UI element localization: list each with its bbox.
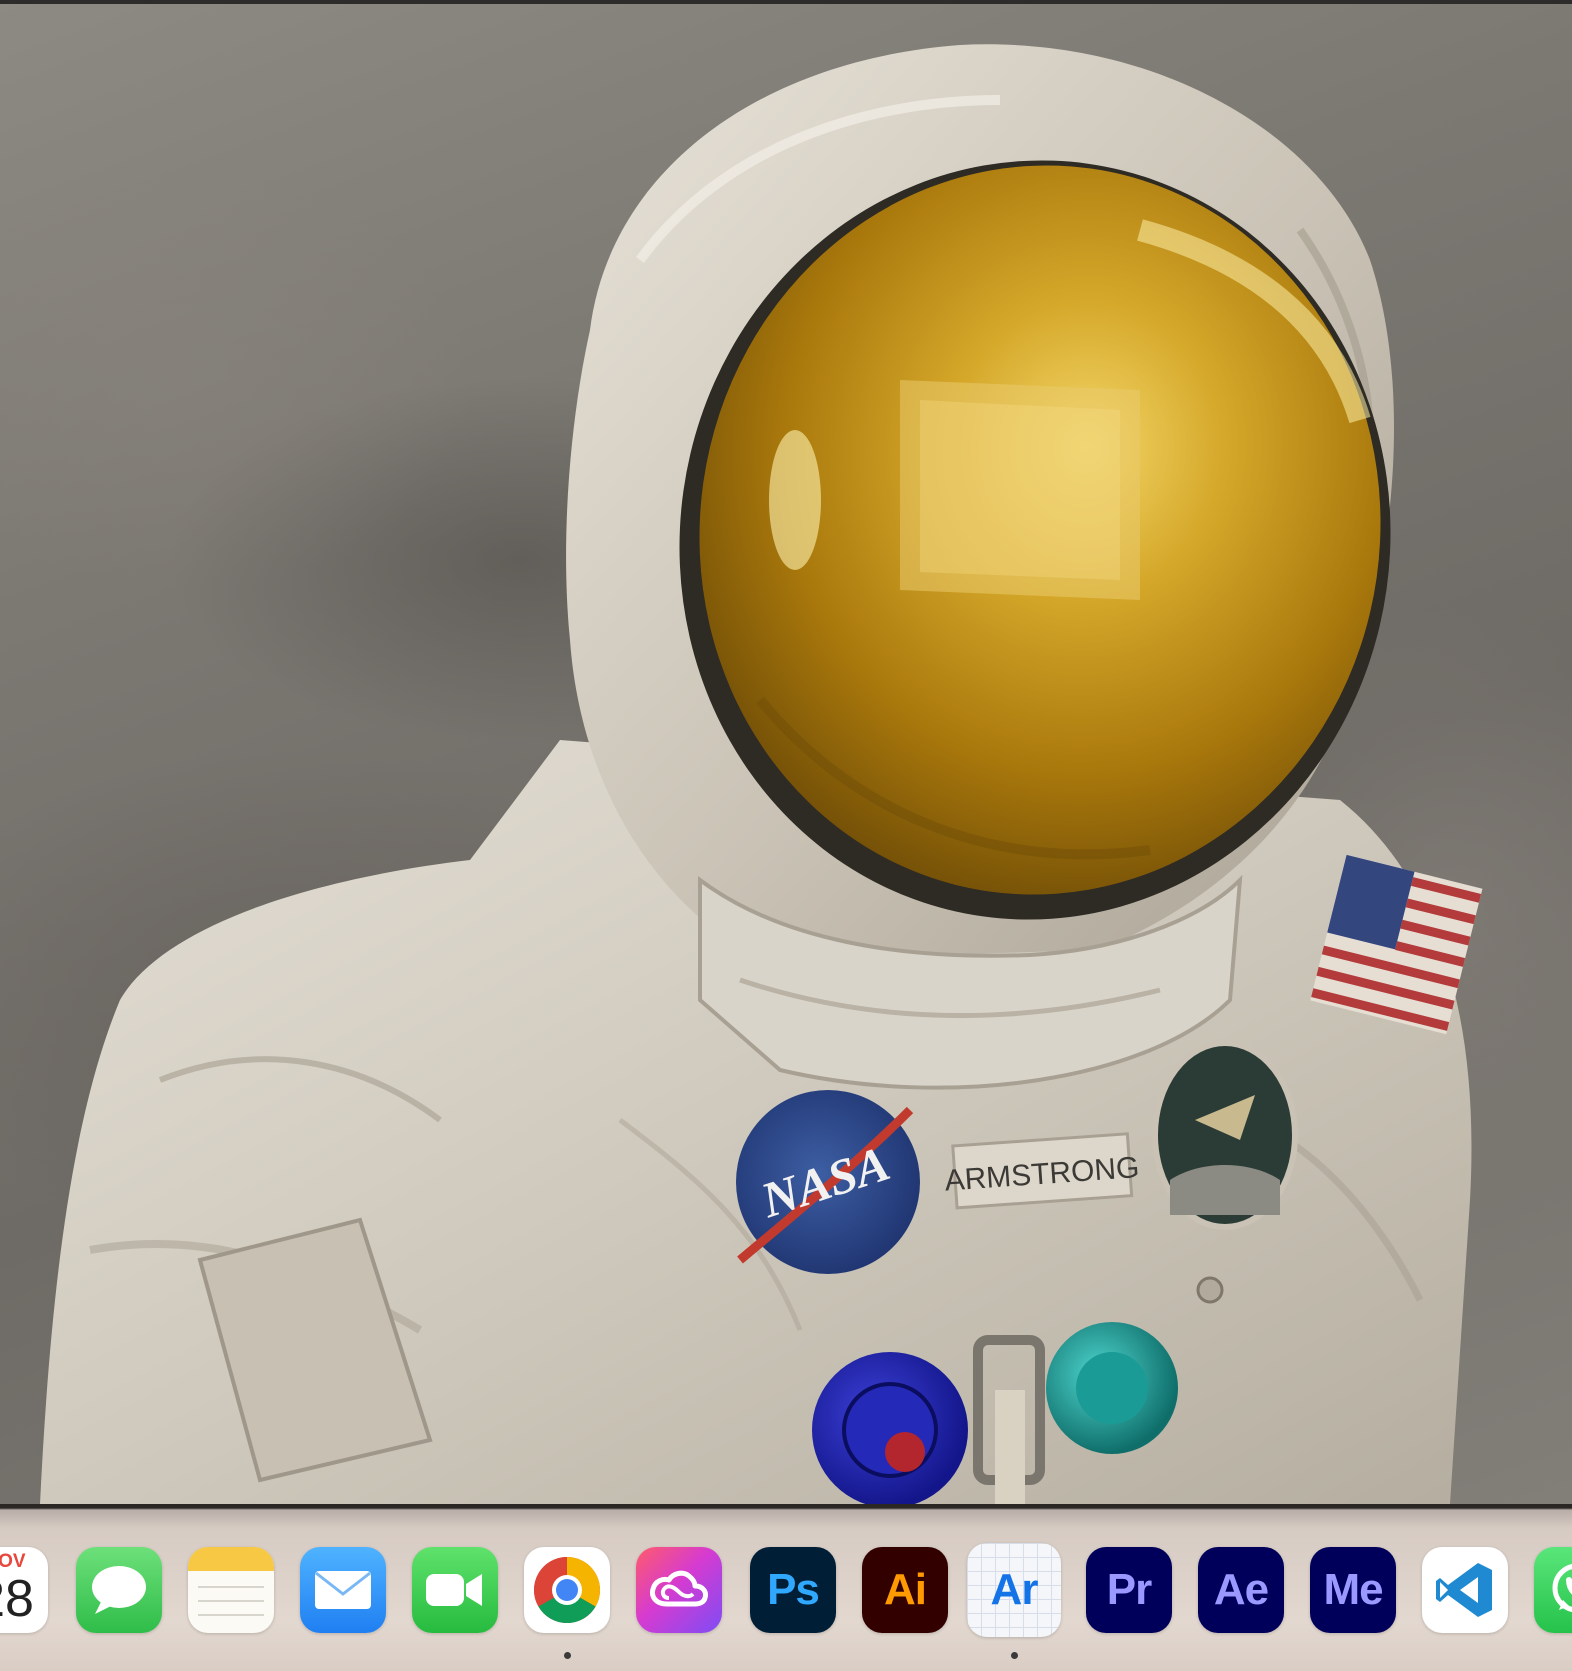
dock: NOV 28: [0, 1504, 1572, 1671]
apollo-mission-patch: [1152, 1040, 1298, 1230]
vs-code-app-icon[interactable]: [1422, 1547, 1508, 1633]
after-effects-app-icon[interactable]: Ae: [1198, 1547, 1284, 1633]
photoshop-app-icon[interactable]: Ps: [750, 1547, 836, 1633]
illustrator-label: Ai: [884, 1565, 927, 1614]
speech-bubble-icon: [92, 1566, 146, 1614]
facetime-app-icon[interactable]: [412, 1547, 498, 1633]
aero-label: Ar: [990, 1565, 1039, 1614]
vs-code-logo-icon: [1436, 1563, 1492, 1617]
photoshop-label: Ps: [767, 1565, 820, 1614]
notes-pad-icon: [188, 1547, 274, 1616]
illustrator-app-icon[interactable]: Ai: [862, 1547, 948, 1633]
calendar-day: 28: [0, 1570, 34, 1628]
media-encoder-app-icon[interactable]: Me: [1310, 1547, 1396, 1633]
aero-app-icon[interactable]: Ar: [967, 1543, 1061, 1637]
after-effects-label: Ae: [1213, 1565, 1269, 1614]
creative-cloud-app-icon[interactable]: [636, 1547, 722, 1633]
astronaut-suit-render[interactable]: NASA ARMSTRONG: [0, 0, 1572, 1504]
chrome-logo-icon: [533, 1557, 601, 1624]
running-indicator-chrome: [564, 1652, 571, 1659]
calendar-app-icon[interactable]: NOV 28: [0, 1547, 48, 1633]
messages-app-icon[interactable]: [76, 1547, 162, 1633]
envelope-icon: [315, 1571, 371, 1609]
whatsapp-app-icon[interactable]: [1534, 1547, 1572, 1633]
video-camera-icon: [426, 1574, 482, 1606]
media-encoder-label: Me: [1323, 1565, 1383, 1614]
teal-connector: [1046, 1322, 1178, 1454]
whatsapp-phone-icon: [1552, 1564, 1572, 1612]
viewer-canvas[interactable]: NASA ARMSTRONG: [0, 0, 1572, 1504]
blue-connector: [812, 1352, 968, 1504]
nasa-patch: NASA: [736, 1090, 920, 1274]
notes-app-icon[interactable]: [188, 1547, 274, 1633]
premiere-pro-label: Pr: [1106, 1565, 1152, 1614]
running-indicator-aero: [1011, 1652, 1018, 1659]
name-tag: ARMSTRONG: [944, 1132, 1140, 1210]
premiere-pro-app-icon[interactable]: Pr: [1086, 1547, 1172, 1633]
creative-cloud-logo-icon: [650, 1570, 708, 1607]
chrome-app-icon[interactable]: [524, 1547, 610, 1633]
mail-app-icon[interactable]: [300, 1547, 386, 1633]
